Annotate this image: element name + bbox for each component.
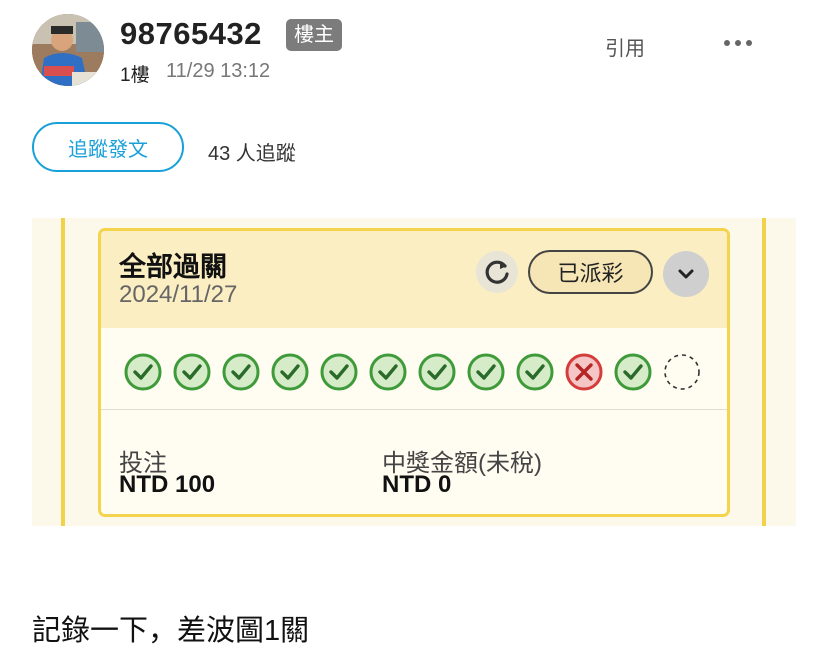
payout-status-badge: 已派彩 bbox=[528, 250, 653, 294]
band-border-left bbox=[61, 218, 65, 526]
post-body-text: 記錄一下，差波圖1關 bbox=[32, 615, 310, 647]
bet-date: 2024/11/27 bbox=[119, 281, 238, 308]
leg-win-check-icon bbox=[221, 352, 261, 392]
leg-win-check-icon bbox=[466, 352, 506, 392]
leg-win-check-icon bbox=[172, 352, 212, 392]
username[interactable]: 98765432 bbox=[120, 16, 262, 52]
leg-loss-cross-icon bbox=[564, 352, 604, 392]
leg-win-check-icon bbox=[613, 352, 653, 392]
prize-value: NTD 0 bbox=[382, 471, 452, 498]
floor-number: 1樓 bbox=[120, 65, 150, 86]
leg-results-row bbox=[123, 352, 711, 392]
card-divider bbox=[101, 409, 727, 410]
leg-win-check-icon bbox=[123, 352, 163, 392]
leg-win-check-icon bbox=[319, 352, 359, 392]
leg-pending-icon bbox=[662, 352, 702, 392]
leg-win-check-icon bbox=[515, 352, 555, 392]
op-badge: 樓主 bbox=[286, 19, 342, 51]
quote-button[interactable]: 引用 bbox=[605, 32, 645, 61]
refresh-icon[interactable] bbox=[476, 251, 518, 293]
bet-type-title: 全部過關 bbox=[119, 252, 227, 282]
bet-slip-card: 全部過關 2024/11/27 已派彩 投注 NTD 100 中獎金額(未稅) … bbox=[98, 228, 730, 517]
leg-win-check-icon bbox=[417, 352, 457, 392]
leg-win-check-icon bbox=[270, 352, 310, 392]
follow-post-button[interactable]: 追蹤發文 bbox=[32, 122, 184, 172]
ellipsis-icon[interactable] bbox=[723, 24, 753, 55]
follower-count: 43 人追蹤 bbox=[208, 143, 296, 165]
leg-win-check-icon bbox=[368, 352, 408, 392]
stake-value: NTD 100 bbox=[119, 471, 216, 498]
chevron-down-icon[interactable] bbox=[663, 251, 709, 297]
band-border-right bbox=[762, 218, 766, 526]
avatar[interactable] bbox=[32, 14, 104, 86]
post-timestamp: 11/29 13:12 bbox=[166, 60, 271, 82]
